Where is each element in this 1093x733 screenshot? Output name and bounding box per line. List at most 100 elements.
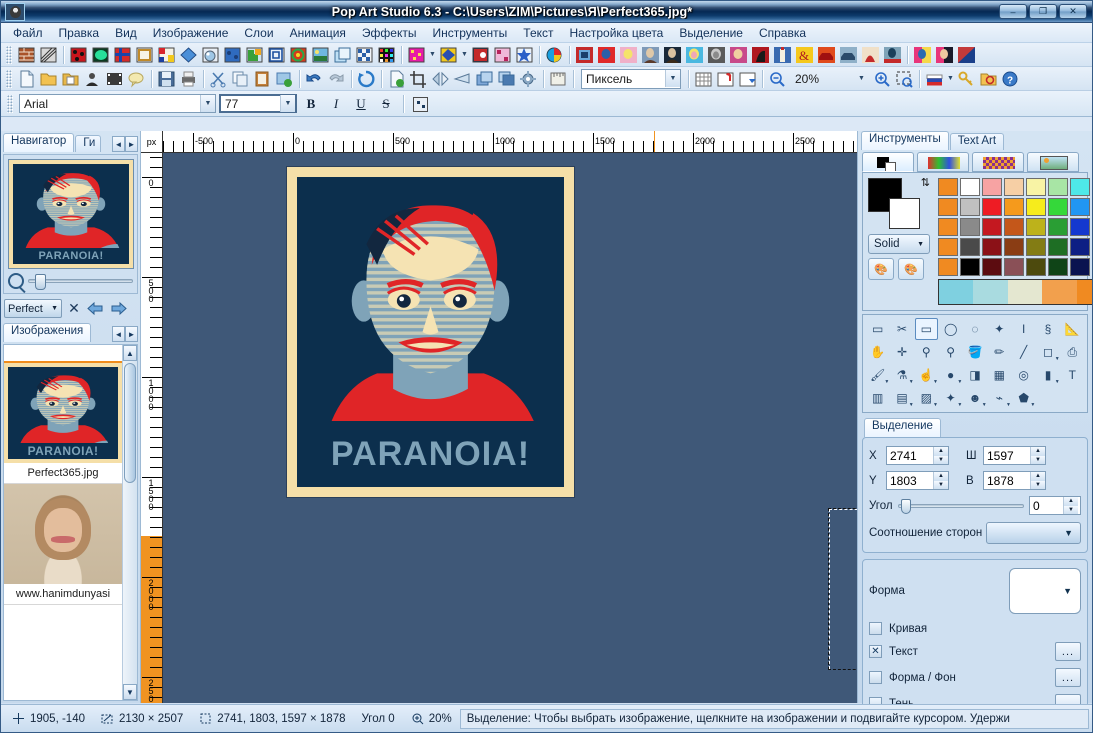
gradient-dot-icon[interactable] (470, 45, 491, 65)
chevron-down-icon[interactable]: ▼ (200, 95, 215, 112)
brick-pattern-icon[interactable] (16, 45, 37, 65)
menu-item-selection[interactable]: Выделение (671, 24, 751, 42)
line-tool-icon[interactable]: ╱ (1012, 341, 1035, 363)
portrait-stamp-icon[interactable]: ☻ ▼ (963, 387, 987, 409)
palette-swatch[interactable] (1048, 198, 1068, 216)
text-select-icon[interactable]: I (1012, 318, 1035, 340)
palette-swatch[interactable] (982, 178, 1002, 196)
image-canvas[interactable]: PARANOIA! (287, 167, 574, 497)
spin-down-icon[interactable]: ▼ (1064, 505, 1078, 514)
fill-type-combo[interactable]: Solid ▼ (868, 234, 930, 254)
copy-icon[interactable] (230, 69, 251, 89)
reload-icon[interactable] (356, 69, 377, 89)
ruler-icon[interactable] (548, 69, 569, 89)
palette-swatch[interactable] (1048, 258, 1068, 276)
scroll-left-icon[interactable]: ◄ (112, 136, 125, 152)
palette-swatch[interactable] (1048, 218, 1068, 236)
spin-down-icon[interactable]: ▼ (1031, 480, 1045, 489)
gradient-stop[interactable] (1007, 280, 1043, 304)
palette-swatch[interactable] (1070, 198, 1090, 216)
target-icon[interactable]: ◎ (1012, 364, 1035, 386)
abstract-icon[interactable] (956, 45, 977, 65)
flask-icon[interactable]: ⚗ ▼ (890, 364, 914, 386)
rect-select-icon[interactable]: ▭ (866, 318, 889, 340)
underline-button[interactable]: U (350, 94, 372, 114)
open-folder-icon[interactable] (38, 69, 59, 89)
palette-swatch[interactable] (960, 198, 980, 216)
thumbnail-image[interactable] (4, 484, 122, 584)
mondrian-icon[interactable] (156, 45, 177, 65)
scroll-right-icon[interactable]: ► (125, 136, 138, 152)
new-layer-icon[interactable] (386, 69, 407, 89)
italic-button[interactable]: I (325, 94, 347, 114)
tab-tools[interactable]: Инструменты (861, 131, 949, 150)
list-item[interactable]: PARANOIA! Perfect365.jpg (4, 361, 122, 484)
colorwheel-icon[interactable] (544, 45, 565, 65)
chevron-down-icon[interactable]: ▼ (1063, 586, 1072, 596)
spin-up-icon[interactable]: ▲ (934, 447, 948, 456)
che-red-icon[interactable] (750, 45, 771, 65)
foreground-background-colors[interactable]: ⇅ (868, 177, 930, 230)
frame-art-icon[interactable] (574, 45, 595, 65)
puzzle-blue-icon[interactable] (222, 45, 243, 65)
crop-icon[interactable] (408, 69, 429, 89)
pencil-icon[interactable]: ✏ (988, 341, 1011, 363)
menu-item-help[interactable]: Справка (751, 24, 814, 42)
warhol-pink-icon[interactable] (618, 45, 639, 65)
spin-up-icon[interactable]: ▲ (1031, 447, 1045, 456)
film-icon[interactable] (104, 69, 125, 89)
menu-item-edit[interactable]: Правка (51, 24, 108, 42)
selection-marquee[interactable] (828, 508, 857, 670)
portrait-dark-icon[interactable] (662, 45, 683, 65)
chevron-down-icon[interactable]: ▼ (428, 45, 437, 65)
palette-swatch[interactable] (1004, 178, 1024, 196)
close-image-button[interactable]: ✕ (66, 300, 82, 317)
text-options-button[interactable]: ... (1055, 642, 1081, 661)
redo-icon[interactable] (326, 69, 347, 89)
help-icon[interactable]: ? (1000, 69, 1021, 89)
height-spinner[interactable]: ▲▼ (983, 471, 1046, 490)
palette-swatch[interactable] (982, 238, 1002, 256)
chevron-down-icon[interactable]: ▼ (460, 45, 469, 65)
toolbar-grip[interactable] (6, 45, 12, 64)
gradient-stop[interactable] (973, 280, 1008, 304)
text-checkbox[interactable]: ✕ (869, 645, 882, 658)
palette-swatch[interactable] (938, 258, 958, 276)
obama-hope-icon[interactable] (882, 45, 903, 65)
navigator-preview[interactable]: PARANOIA! (8, 159, 134, 269)
shape-bg-checkbox[interactable] (869, 671, 882, 684)
clone-stamp-icon[interactable]: ⎙ (1061, 341, 1084, 363)
blur-tool-icon[interactable]: ● ▼ (939, 364, 962, 386)
image-list-scrollbar[interactable]: ▲ ▼ (122, 345, 137, 700)
tab-navigator[interactable]: Навигатор (3, 133, 75, 152)
crayon-icon[interactable]: ▮ ▼ (1036, 364, 1060, 386)
polygon-tool-icon[interactable]: ⬟ ▼ (1012, 387, 1035, 409)
spin-down-icon[interactable]: ▼ (934, 455, 948, 464)
chevron-down-icon[interactable]: ▼ (854, 70, 869, 87)
key-icon[interactable] (956, 69, 977, 89)
angle-slider[interactable] (897, 498, 1024, 514)
swap-colors-icon[interactable]: ⇅ (921, 176, 930, 189)
curve-checkbox-row[interactable]: Кривая (869, 622, 1081, 635)
canvas-viewport[interactable]: PARANOIA! (163, 153, 857, 703)
freehand-select-icon[interactable]: ◌ (963, 318, 986, 340)
menu-item-text[interactable]: Текст (515, 24, 561, 42)
palette-swatch[interactable] (1026, 198, 1046, 216)
frame-icon[interactable] (134, 45, 155, 65)
palette-swatch[interactable] (1026, 178, 1046, 196)
scroll-down-icon[interactable]: ▼ (123, 684, 137, 700)
pop-two-tone-icon[interactable] (912, 45, 933, 65)
palette-swatch[interactable] (1026, 218, 1046, 236)
menu-item-layers[interactable]: Слои (236, 24, 281, 42)
palette-swatch[interactable] (960, 218, 980, 236)
pattern-pink-icon[interactable] (492, 45, 513, 65)
angle-input[interactable] (1030, 497, 1063, 514)
spin-down-icon[interactable]: ▼ (1031, 455, 1045, 464)
height-input[interactable] (984, 472, 1030, 489)
snap-to-grid-icon[interactable] (715, 69, 736, 89)
image-list[interactable]: PARANOIA! Perfect365.jpg www.hanimdunyas… (3, 344, 138, 701)
car-blue-icon[interactable] (838, 45, 859, 65)
pixel-grid-icon[interactable] (376, 45, 397, 65)
save-icon[interactable] (156, 69, 177, 89)
shape-bg-options-button[interactable]: ... (1055, 668, 1081, 687)
